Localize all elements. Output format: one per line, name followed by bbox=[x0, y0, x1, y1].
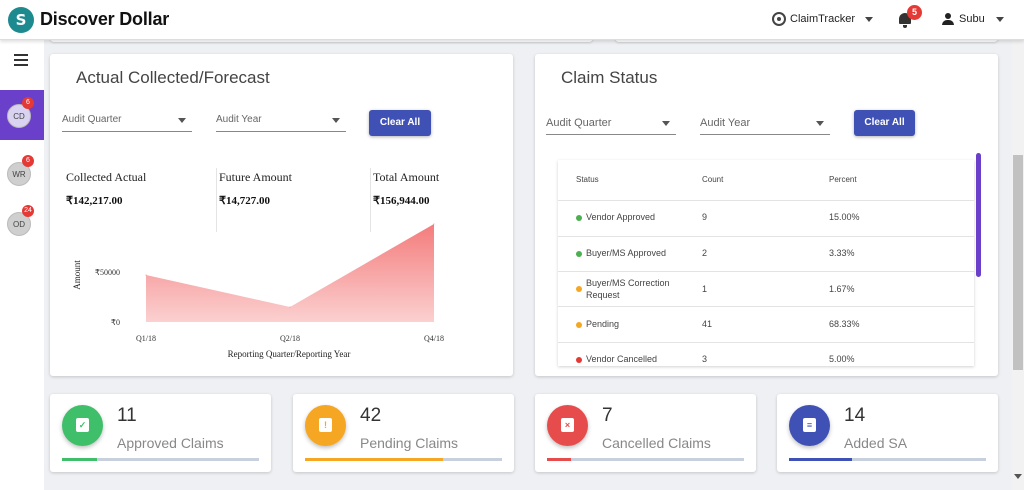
stat-label: Cancelled Claims bbox=[602, 435, 711, 451]
stat-progress-bar bbox=[789, 458, 986, 461]
select-value: Audit Year bbox=[700, 117, 751, 129]
y-tick-label: ₹50000 bbox=[95, 268, 120, 277]
status-cell: Buyer/MS Correction Request bbox=[586, 278, 670, 300]
stat-card-approved[interactable]: ✓ 11 Approved Claims bbox=[50, 394, 271, 472]
user-menu[interactable]: Subu bbox=[942, 13, 1004, 25]
claim-audit-quarter-select[interactable]: Audit Quarter bbox=[546, 113, 676, 135]
top-bar: S Discover Dollar ClaimTracker 5 Subu bbox=[0, 0, 1024, 40]
y-axis-label: Amount bbox=[72, 260, 82, 290]
table-row[interactable]: Pending 41 68.33% bbox=[558, 307, 974, 343]
stat-count: 42 bbox=[360, 405, 382, 426]
percent-cell: 68.33% bbox=[829, 319, 860, 329]
stat-card-cancelled[interactable]: × 7 Cancelled Claims bbox=[535, 394, 756, 472]
forecast-area-chart: ₹0 ₹50000 Q1/18 Q2/18 Q4/18 Reporting Quarter… bbox=[72, 223, 444, 359]
status-cell: Vendor Approved bbox=[586, 212, 656, 222]
percent-cell: 3.33% bbox=[829, 248, 855, 258]
column-header-count[interactable]: Count bbox=[702, 175, 723, 184]
chart-point bbox=[145, 274, 147, 276]
claim-status-table: Status Count Percent Vendor Approved 9 1… bbox=[558, 160, 974, 366]
chevron-down-icon bbox=[662, 121, 670, 126]
y-tick-label: ₹0 bbox=[111, 318, 120, 327]
stat-card-pending[interactable]: ! 42 Pending Claims bbox=[293, 394, 514, 472]
table-row[interactable]: Buyer/MS Approved 2 3.33% bbox=[558, 237, 974, 272]
claim-status-title: Claim Status bbox=[561, 68, 658, 87]
tracker-icon bbox=[772, 12, 786, 26]
stat-label: Added SA bbox=[844, 435, 908, 451]
percent-cell: 1.67% bbox=[829, 284, 855, 294]
count-cell: 41 bbox=[702, 319, 713, 329]
scrollbar-thumb[interactable] bbox=[1013, 155, 1023, 370]
chevron-down-icon bbox=[995, 16, 1004, 22]
stat-progress-fill bbox=[547, 458, 571, 461]
stat-card-added-sa[interactable]: ≡ 14 Added SA bbox=[777, 394, 998, 472]
page-scrollbar[interactable] bbox=[1012, 40, 1024, 490]
percent-cell: 5.00% bbox=[829, 354, 855, 364]
x-tick-label: Q1/18 bbox=[136, 334, 156, 343]
stat-progress-fill bbox=[789, 458, 853, 461]
count-cell: 2 bbox=[702, 248, 708, 258]
count-cell: 9 bbox=[702, 212, 708, 222]
x-tick-label: Q2/18 bbox=[280, 334, 300, 343]
notification-badge: 5 bbox=[907, 5, 922, 20]
pending-icon: ! bbox=[305, 405, 346, 446]
tracker-label: ClaimTracker bbox=[790, 13, 855, 25]
percent-cell: 15.00% bbox=[829, 212, 860, 222]
status-dot-icon bbox=[576, 214, 582, 221]
table-row[interactable]: Buyer/MS Correction Request 1 1.67% bbox=[558, 272, 974, 307]
x-axis-label: Reporting Quarter/Reporting Year bbox=[228, 349, 351, 359]
chart-point bbox=[289, 306, 291, 308]
brand-name[interactable]: Discover Dollar bbox=[40, 9, 169, 30]
status-cell: Vendor Cancelled bbox=[586, 354, 658, 364]
column-header-percent[interactable]: Percent bbox=[829, 175, 857, 184]
stat-count: 7 bbox=[602, 405, 613, 426]
status-dot-icon bbox=[576, 356, 582, 363]
chevron-down-icon bbox=[816, 121, 824, 126]
table-row[interactable]: Vendor Approved 9 15.00% bbox=[558, 201, 974, 237]
count-cell: 1 bbox=[702, 284, 708, 294]
clipboard-icon: ≡ bbox=[789, 405, 830, 446]
table-header: Status Count Percent bbox=[558, 160, 974, 201]
approved-check-icon: ✓ bbox=[62, 405, 103, 446]
stat-label: Pending Claims bbox=[360, 435, 459, 451]
status-dot-icon bbox=[576, 250, 582, 257]
column-header-status[interactable]: Status bbox=[576, 175, 599, 184]
x-tick-label: Q4/18 bbox=[424, 334, 444, 343]
user-name: Subu bbox=[959, 13, 985, 25]
scroll-down-arrow-icon[interactable] bbox=[1014, 474, 1022, 479]
chart-point bbox=[433, 223, 435, 225]
table-scrollbar[interactable] bbox=[976, 153, 981, 277]
select-value: Audit Quarter bbox=[546, 117, 612, 129]
status-dot-icon bbox=[576, 286, 582, 292]
status-cell: Pending bbox=[586, 319, 620, 329]
person-icon bbox=[942, 13, 954, 25]
logo-icon[interactable]: S bbox=[8, 7, 34, 33]
stat-progress-bar bbox=[305, 458, 502, 461]
status-cell: Buyer/MS Approved bbox=[586, 248, 667, 258]
claim-audit-year-select[interactable]: Audit Year bbox=[700, 113, 830, 135]
stat-progress-bar bbox=[62, 458, 259, 461]
stat-progress-fill bbox=[62, 458, 98, 461]
count-cell: 3 bbox=[702, 354, 708, 364]
stat-progress-bar bbox=[547, 458, 744, 461]
claim-clear-all-button[interactable]: Clear All bbox=[854, 110, 915, 136]
status-dot-icon bbox=[576, 321, 582, 328]
stat-count: 14 bbox=[844, 405, 866, 426]
stat-count: 11 bbox=[117, 405, 137, 426]
chevron-down-icon bbox=[865, 16, 873, 22]
claimtracker-menu[interactable]: ClaimTracker bbox=[772, 12, 873, 26]
cancel-icon: × bbox=[547, 405, 588, 446]
stat-label: Approved Claims bbox=[117, 435, 224, 451]
table-row[interactable]: Vendor Cancelled 3 5.00% bbox=[558, 343, 974, 366]
stat-progress-fill bbox=[305, 458, 443, 461]
